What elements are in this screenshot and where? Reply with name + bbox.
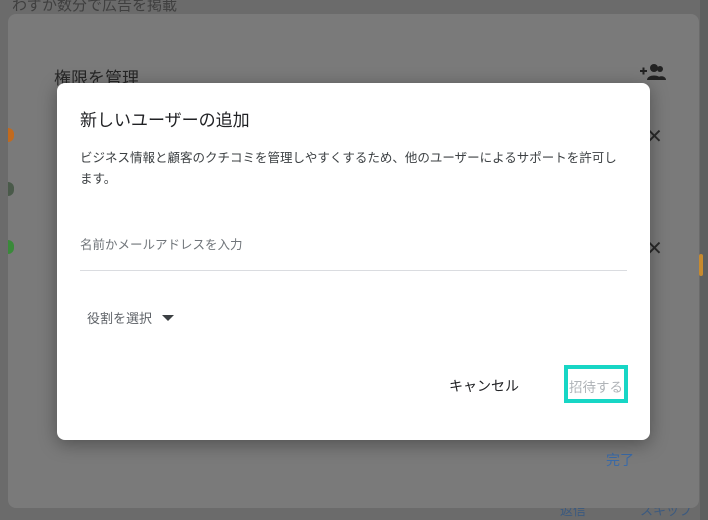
role-select-dropdown[interactable]: 役割を選択 xyxy=(87,305,175,329)
invite-button[interactable]: 招待する xyxy=(569,374,627,398)
caret-down-icon xyxy=(162,315,175,321)
dialog-title: 新しいユーザーの追加 xyxy=(80,111,250,131)
name-or-email-input[interactable] xyxy=(80,219,627,271)
user-avatar-green xyxy=(8,240,14,254)
background-heading: わずか数分で広告を掲載 xyxy=(12,0,178,14)
dialog-description: ビジネス情報と顧客のクチコミを管理しやすくするため、他のユーザーによるサポートを… xyxy=(80,150,617,186)
user-avatar-dark xyxy=(8,182,14,196)
cancel-button[interactable]: キャンセル xyxy=(449,373,519,399)
add-user-dialog: 新しいユーザーの追加 ビジネス情報と顧客のクチコミを管理しやすくするため、他のユ… xyxy=(57,83,650,440)
user-avatar-orange xyxy=(8,128,14,142)
role-select-label: 役割を選択 xyxy=(87,311,153,327)
person-add-icon[interactable] xyxy=(638,62,666,82)
orange-accent-edge xyxy=(699,254,703,276)
done-button[interactable]: 完了 xyxy=(606,450,634,470)
